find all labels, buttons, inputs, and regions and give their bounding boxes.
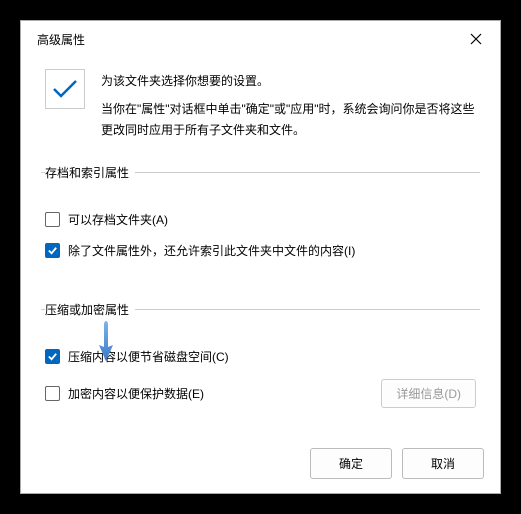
archive-indexing-group: 存档和索引属性 可以存档文件夹(A) 除了文件属性外，还允许索引此文件夹中文件的… — [41, 164, 480, 281]
archive-checkbox-row: 可以存档文件夹(A) — [45, 211, 476, 228]
compress-checkbox-row: 压缩内容以便节省磁盘空间(C) — [45, 348, 476, 365]
encrypt-checkbox[interactable] — [45, 386, 60, 401]
intro-section: 为该文件夹选择你想要的设置。 当你在"属性"对话框中单击"确定"或"应用"时，系… — [41, 69, 480, 140]
checkmark-icon — [45, 69, 85, 109]
index-label[interactable]: 除了文件属性外，还允许索引此文件夹中文件的内容(I) — [68, 242, 355, 259]
titlebar: 高级属性 — [21, 21, 500, 57]
index-checkbox[interactable] — [45, 243, 60, 258]
dialog-title: 高级属性 — [37, 31, 85, 48]
archive-checkbox[interactable] — [45, 212, 60, 227]
compress-legend: 压缩或加密属性 — [45, 301, 135, 318]
ok-button[interactable]: 确定 — [310, 448, 392, 479]
intro-text: 为该文件夹选择你想要的设置。 当你在"属性"对话框中单击"确定"或"应用"时，系… — [101, 69, 480, 140]
dialog-content: 为该文件夹选择你想要的设置。 当你在"属性"对话框中单击"确定"或"应用"时，系… — [21, 57, 500, 436]
intro-line1: 为该文件夹选择你想要的设置。 — [101, 71, 480, 91]
compress-label[interactable]: 压缩内容以便节省磁盘空间(C) — [68, 348, 229, 365]
advanced-attributes-dialog: 高级属性 为该文件夹选择你想要的设置。 当你在"属性"对话框中单击"确定"或"应… — [20, 20, 501, 494]
close-button[interactable] — [460, 27, 492, 51]
cancel-button[interactable]: 取消 — [402, 448, 484, 479]
compress-checkbox[interactable] — [45, 349, 60, 364]
archive-legend: 存档和索引属性 — [45, 164, 135, 181]
intro-line2: 当你在"属性"对话框中单击"确定"或"应用"时，系统会询问你是否将这些更改同时应… — [101, 99, 480, 140]
index-checkbox-row: 除了文件属性外，还允许索引此文件夹中文件的内容(I) — [45, 242, 476, 259]
close-icon — [470, 33, 482, 45]
archive-label[interactable]: 可以存档文件夹(A) — [68, 211, 168, 228]
button-bar: 确定 取消 — [21, 436, 500, 495]
details-button: 详细信息(D) — [381, 379, 476, 408]
compress-encrypt-group: 压缩或加密属性 压缩内容以便节省磁盘空间(C) 加密内容以便保护数据(E) 详细… — [41, 301, 480, 416]
encrypt-row: 加密内容以便保护数据(E) 详细信息(D) — [45, 379, 476, 408]
encrypt-label[interactable]: 加密内容以便保护数据(E) — [68, 385, 204, 402]
